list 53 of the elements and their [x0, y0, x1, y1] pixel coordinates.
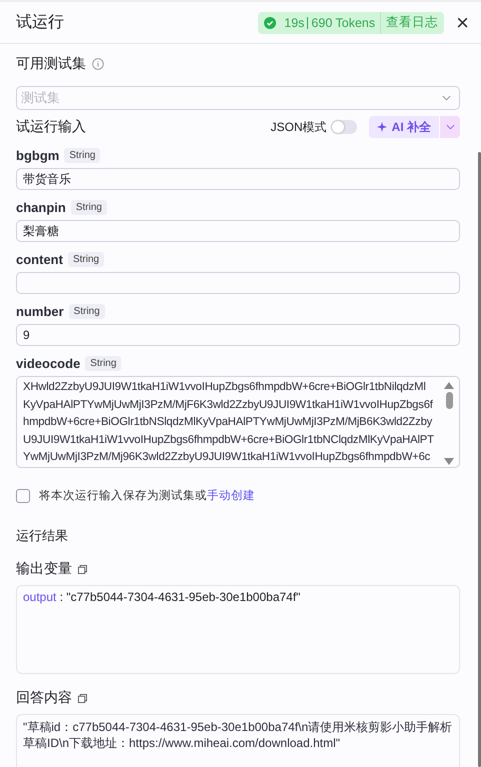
section-label: 试运行输入 [16, 118, 86, 136]
type-tag: String [68, 252, 104, 266]
json-mode-label: JSON模式 [270, 118, 327, 136]
text-line: KyVpaHAlPTYwMjUwMjI3PzM/MjF6K3wld2ZzbyU9JUI9W1tkaH1iW1vvoIHupZbgs6f [23, 398, 434, 412]
type-tag: String [70, 200, 107, 214]
type-tag: String [85, 356, 122, 370]
scroll-down-icon[interactable] [444, 458, 454, 465]
input-field[interactable]: 梨膏糖 [16, 220, 460, 242]
input-field[interactable]: 9 [16, 324, 460, 346]
section-label: 运行结果 [16, 527, 69, 545]
field-value: 9 [23, 328, 30, 342]
text-line: hmpdbW+6cre+BiOGlr1tbNSlqdzMlKyVpaHAlPTYwMjUwMjI3PzM/MjB6K3wld2Zzby [23, 415, 434, 430]
field-name: videocode [16, 356, 80, 370]
input-field[interactable] [16, 272, 460, 294]
scrollbar[interactable] [478, 152, 481, 767]
ai-options-button[interactable] [439, 116, 460, 138]
output-value: output : "c77b5044-7304-4631-95eb-30e1b00ba74f" [23, 590, 302, 604]
output-label: 输出变量 [16, 560, 72, 578]
field-name: chanpin [16, 200, 66, 214]
type-tag: String [64, 148, 100, 162]
close-button[interactable]: × [452, 12, 473, 34]
field-value: 带货音乐 [23, 170, 71, 188]
text-line: XHwld2ZzbyU9JUI9W1tkaH1iW1vvoIHupZbgs6fhmpdbW+6cre+BiOGlr1tbNilqdzMl [23, 380, 427, 395]
input-field[interactable]: 带货音乐 [16, 168, 460, 190]
chevron-down-icon [446, 124, 454, 130]
field-value: 梨膏糖 [23, 222, 59, 240]
manual-create-link[interactable]: 手动创建 [207, 490, 255, 502]
ai-complete-button[interactable]: AI 补全 [368, 116, 439, 138]
select-placeholder: 测试集 [21, 89, 60, 107]
text-area[interactable] [16, 376, 460, 468]
copy-icon[interactable] [78, 564, 87, 574]
success-check-icon [264, 16, 276, 28]
text-line: U9JUI9W1tkaH1iW1vvoIHupZbgs6fhmpdbW+6cre+BiOGlr1tbNClqdzMlKyVpaHAlPT [23, 432, 435, 448]
token-count: 690 Tokens [311, 16, 376, 30]
copy-icon[interactable] [78, 694, 87, 702]
json-mode-toggle[interactable] [330, 120, 357, 134]
panel-title: 试运行 [16, 12, 65, 33]
field-name: number [16, 304, 64, 318]
section-label: 可用测试集 [16, 55, 86, 73]
save-checkbox[interactable] [16, 488, 30, 502]
scrollbar-thumb[interactable] [446, 392, 452, 409]
run-time: 19s [284, 16, 304, 30]
answer-text: "草稿id：c77b5044-7304-4631-95eb-30e1b00ba74f\n请使用米核剪影小助手解析草稿ID\n下载地址：https://www.miheai.com/download.html" [23, 719, 453, 751]
sparkle-icon [376, 122, 387, 132]
save-as-test-set-text: 将本次运行输入保存为测试集或手动创建 [39, 488, 255, 503]
info-icon [92, 58, 104, 70]
chevron-down-icon [442, 95, 451, 101]
text-line: YwMjUwMjI3PzM/Mj96K3wld2ZzbyU9JUI9W1tkaH1iW1vvoIHupZbgs6fhmpdbW+6c [23, 450, 432, 465]
type-tag: String [68, 304, 105, 318]
answer-label: 回答内容 [16, 689, 72, 707]
scroll-up-icon[interactable] [444, 382, 454, 389]
field-name: content [16, 252, 63, 266]
field-name: bgbgm [16, 148, 60, 162]
